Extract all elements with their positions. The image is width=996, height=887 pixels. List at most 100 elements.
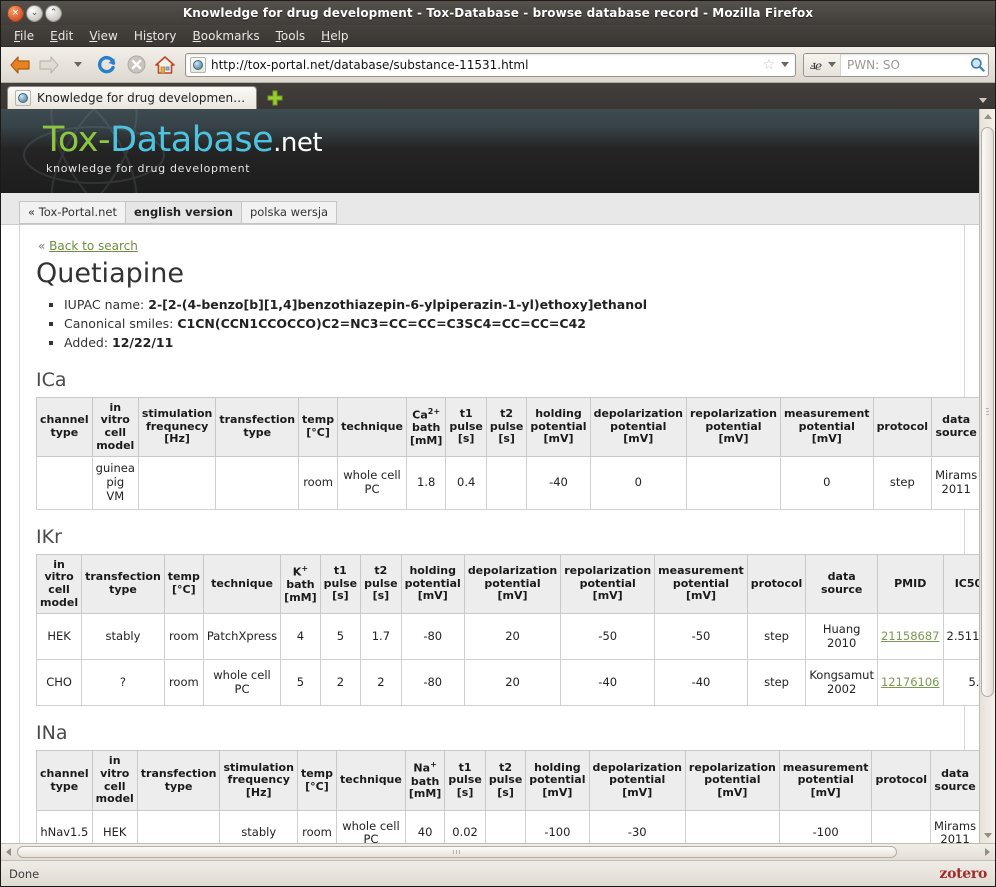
data-table-ina: channel type in vitro cell model transfection t… [36,750,979,843]
column-header: IC50 [µM] [942,553,979,615]
lang-tab-polish[interactable]: polska wersja [240,201,338,224]
zotero-extension-button[interactable]: zotero [939,866,987,882]
table-header-row: channel type in vitro cell model stimulation fr… [36,396,979,458]
tab-active[interactable]: Knowledge for drug development - To... [7,86,257,109]
scroll-down-button[interactable] [980,828,995,843]
table-cell: 5.765 [942,659,979,707]
column-header: holding potential [mV] [400,553,465,615]
column-header: transfection type [136,750,221,811]
lang-tab-english[interactable]: english version [124,201,242,224]
close-window-button[interactable]: × [7,4,24,22]
forward-arrow-icon [36,52,62,78]
menu-view[interactable]: View [81,27,125,45]
bookmark-star-icon[interactable]: ☆ [759,58,778,72]
column-header: PMID [876,553,944,615]
table-cell: 0.02 [444,809,486,843]
fact-label: Canonical smiles: [64,316,178,332]
table-cell [684,809,780,843]
menu-bookmarks[interactable]: Bookmarks [185,27,268,45]
window-controls: × ⌄ ⌃ [7,4,62,22]
menu-history[interactable]: History [126,27,185,45]
column-header: repolarization potential [mV] [684,750,780,811]
column-header: data source [930,750,979,811]
horizontal-scrollbar-thumb[interactable] [17,846,897,858]
tables-host: ICa channel type in vitro cell model stimulatio… [30,369,979,843]
table-cell[interactable]: 21158687 [876,613,944,661]
vertical-scrollbar[interactable] [979,109,995,843]
fact-value: C1CN(CCN1CCOCCO)C2=NC3=CC=CC=C3SC4=CC=CC… [177,316,586,332]
lang-tab-tox-portal[interactable]: « Tox-Portal.net [19,201,126,224]
url-dropdown-icon[interactable] [781,62,789,67]
minimize-window-button[interactable]: ⌄ [26,4,43,22]
column-header: repolarization potential [mV] [685,396,781,458]
table-cell: 5 [319,613,362,661]
table-cell[interactable]: 12176106 [876,659,944,707]
search-engine-caret-icon[interactable] [828,62,836,67]
section-heading-ina: INa [36,722,68,745]
column-header: technique [202,553,282,615]
maximize-window-button[interactable]: ⌃ [45,4,62,22]
new-tab-button[interactable] [267,90,283,106]
search-engine-selector[interactable]: ⅎ e [804,53,841,76]
table-cell: stably [81,613,165,661]
table-row: hNav1.5 HEK stably room whole cell PC 40 0.02 -… [36,809,979,843]
search-input[interactable]: PWN: SO [841,58,966,72]
search-bar[interactable]: ⅎ e PWN: SO [803,52,989,78]
scroll-up-button[interactable] [980,109,995,124]
column-header: t1 pulse [s] [319,553,362,615]
pmid-link[interactable]: 21158687 [881,629,940,643]
vertical-scrollbar-thumb[interactable] [981,127,994,697]
menu-help[interactable]: Help [313,27,356,45]
page-content: Tox-Database.net knowledge for drug deve… [1,109,979,843]
table-cell: PatchXpress [202,613,282,661]
pmid-link[interactable]: 12176106 [881,675,940,689]
search-submit-icon[interactable] [966,52,988,78]
back-arrow-icon[interactable] [7,52,33,78]
url-bar[interactable]: http://tox-portal.net/database/substance… [185,52,796,77]
column-header: channel type [36,396,93,458]
table-cell: -80 [400,659,465,707]
pwn-logo-icon: ⅎ e [810,58,822,73]
column-header: repolarization potential [mV] [560,553,656,615]
table-cell [485,456,528,510]
scroll-right-button[interactable] [980,848,995,856]
site-logo[interactable]: Tox-Database.net knowledge for drug deve… [43,123,323,176]
data-table-ica: channel type in vitro cell model stimulation fr… [36,396,979,510]
horizontal-scrollbar[interactable] [1,843,995,860]
table-cell [871,809,932,843]
tab-list-dropdown-icon[interactable] [979,98,987,103]
url-text[interactable]: http://tox-portal.net/database/substance… [206,58,759,72]
history-dropdown-icon[interactable] [65,52,91,78]
table-cell: step [746,659,807,707]
table-cell [136,809,221,843]
scroll-left-button[interactable] [1,848,16,856]
table-cell: 0 [779,456,874,510]
table-cell: 5 [280,659,321,707]
home-icon[interactable] [152,52,178,78]
data-table-ikr: in vitro cell model transfection type temp [°C]… [35,553,979,707]
menu-edit[interactable]: Edit [42,27,81,45]
fact-value: 2-[2-(4-benzo[b][1,4]benzothiazepin-6-yl… [148,296,647,312]
table-row: CHO? room whole cell PC 5 2 2 -80 20 -40 -40 step K… [35,659,979,707]
reload-icon[interactable] [94,52,120,78]
table-cell: step [872,456,933,510]
menu-file[interactable]: File [6,27,42,45]
table-cell: -100 [525,809,590,843]
table-cell [215,456,300,510]
title-bar: × ⌄ ⌃ Knowledge for drug development - T… [1,1,995,25]
window-title: Knowledge for drug development - Tox-Dat… [182,6,814,20]
table-cell: HEK [35,613,83,661]
column-header: transfection type [215,396,300,458]
table-cell: -80 [400,613,465,661]
back-to-search-link[interactable]: Back to search [49,239,138,253]
site-header: Tox-Database.net knowledge for drug deve… [1,109,979,193]
column-header: transfection type [81,553,165,615]
table-cell: guinea pig VM [91,456,139,510]
table-cell: 0 [589,456,687,510]
column-header: t1 pulse [s] [444,750,486,811]
page-viewport: Tox-Database.net knowledge for drug deve… [1,109,995,843]
menu-tools[interactable]: Tools [268,27,314,45]
fact-item: Canonical smiles: C1CN(CCN1CCOCCO)C2=NC3… [64,314,958,333]
page-favicon-icon [190,56,206,73]
table-cell: 2 [319,659,362,707]
